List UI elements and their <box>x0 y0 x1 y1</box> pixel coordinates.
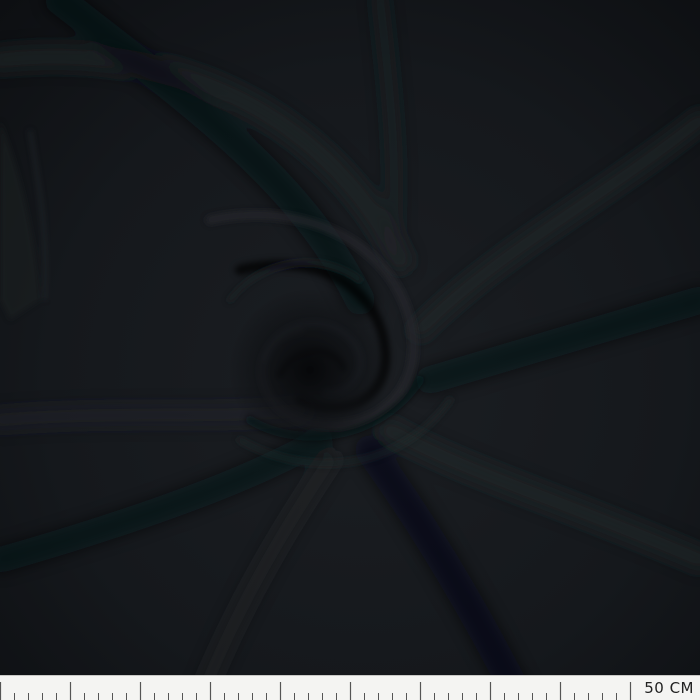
product-photo: 50 CM <box>0 0 700 700</box>
ruler-label: 50 CM <box>638 678 694 699</box>
measurement-ruler: 50 CM <box>0 675 700 700</box>
fabric-swirl-image <box>0 0 700 700</box>
ruler-ticks <box>0 682 632 700</box>
